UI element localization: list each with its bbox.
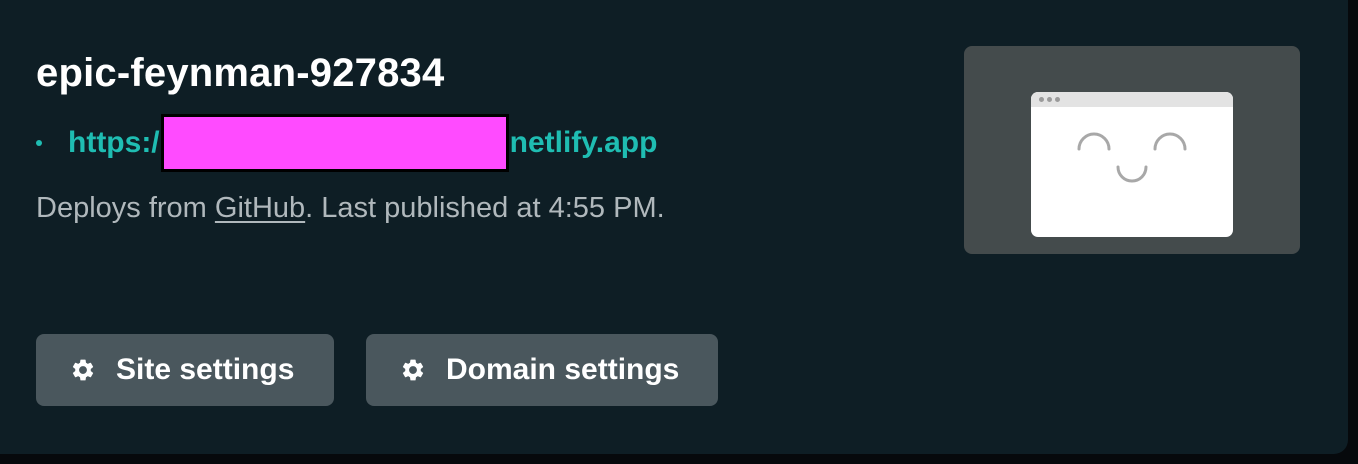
- site-name[interactable]: epic-feynman-927834: [36, 48, 444, 98]
- bullet-dot-icon: [36, 140, 42, 146]
- smiley-face-icon: [1077, 132, 1187, 183]
- domain-settings-button[interactable]: Domain settings: [366, 334, 718, 406]
- site-url-suffix: netlify.app: [509, 126, 658, 159]
- site-url-link[interactable]: https:/ netlify.app: [68, 114, 657, 172]
- browser-illustration: [1031, 92, 1233, 237]
- site-card: epic-feynman-927834 https:/ netlify.app …: [0, 0, 1348, 454]
- site-url-row: https:/ netlify.app: [36, 112, 657, 174]
- deploy-suffix: . Last published at 4:55 PM.: [305, 192, 665, 224]
- gear-icon: [400, 357, 426, 383]
- gear-icon: [70, 357, 96, 383]
- window-dot-icon: [1039, 97, 1044, 102]
- browser-titlebar: [1031, 92, 1233, 107]
- deploy-prefix: Deploys from: [36, 192, 215, 224]
- site-preview-thumbnail[interactable]: [964, 46, 1300, 254]
- site-settings-label: Site settings: [116, 353, 295, 386]
- window-dot-icon: [1055, 97, 1060, 102]
- deploy-info: Deploys from GitHub. Last published at 4…: [36, 188, 665, 228]
- redacted-url-segment: [160, 114, 509, 172]
- deploy-source-link[interactable]: GitHub: [215, 192, 305, 224]
- window-dot-icon: [1047, 97, 1052, 102]
- site-url-prefix: https:/: [68, 126, 160, 159]
- site-settings-button[interactable]: Site settings: [36, 334, 334, 406]
- domain-settings-label: Domain settings: [446, 353, 680, 386]
